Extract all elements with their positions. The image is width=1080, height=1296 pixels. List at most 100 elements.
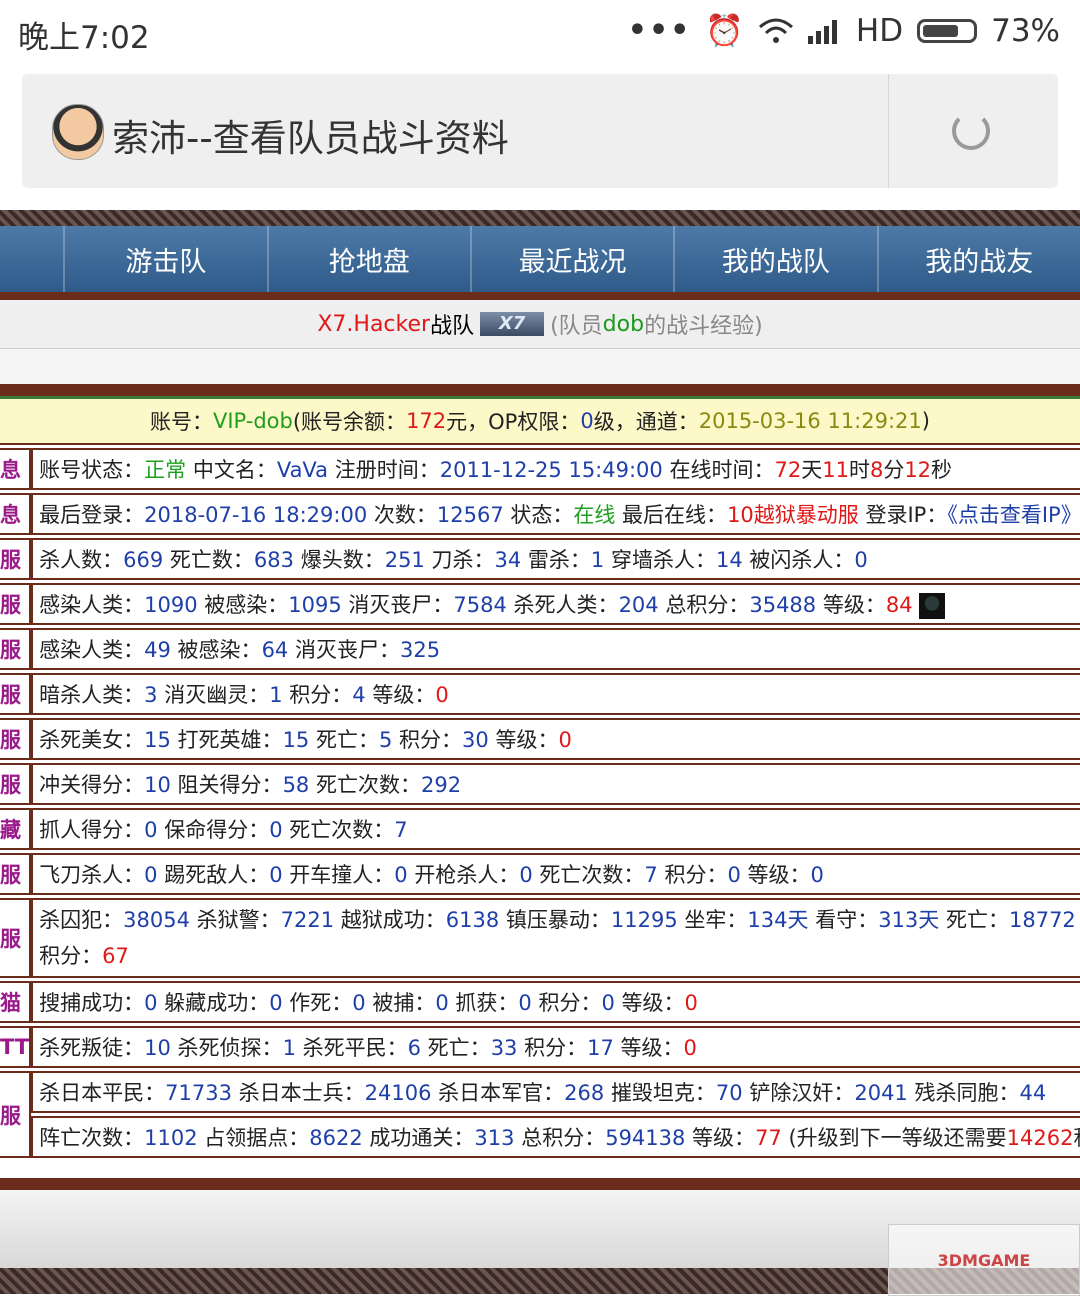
table-row: 服杀人数：669 死亡数：683 爆头数：251 刀杀：34 雷杀：1 穿墙杀人… xyxy=(0,538,1080,580)
row-values: 杀囚犯：38054 杀狱警：7221 越狱成功：6138 镇压暴动：11295 … xyxy=(31,898,1080,978)
stat-value: 77 xyxy=(755,1126,782,1150)
stat-value: 24106 xyxy=(364,1081,432,1105)
stats-table: 息账号状态：正常 中文名：VaVa 注册时间：2011-12-25 15:49:… xyxy=(0,445,1080,1161)
stat-value: 64 xyxy=(261,638,289,662)
stat-label: 积分： xyxy=(39,944,103,968)
stat-label: 摧毁坦克： xyxy=(604,1081,716,1105)
stat-label: 次数： xyxy=(367,503,437,527)
stat-value: 35488 xyxy=(749,593,817,617)
table-row: 服冲关得分：10 阻关得分：58 死亡次数：292 xyxy=(0,763,1080,805)
stat-value: 1 xyxy=(282,1036,296,1060)
stat-label: 死亡： xyxy=(309,728,379,752)
row-values: 飞刀杀人：0 踢死敌人：0 开车撞人：0 开枪杀人：0 死亡次数：7 积分：0 … xyxy=(31,853,1080,895)
stat-value: 30 xyxy=(462,728,489,752)
stat-value: 2011-12-25 15:49:00 xyxy=(439,458,663,482)
stat-value: 正常 xyxy=(144,458,187,482)
nav-item-my-team[interactable]: 我的战队 xyxy=(673,226,876,292)
stat-label: 刀杀： xyxy=(424,548,495,572)
stat-label: 最后登录： xyxy=(39,503,145,527)
stat-value[interactable]: 《点击查看IP》 xyxy=(947,503,1080,527)
stat-label: 积分： xyxy=(282,683,353,707)
stat-label: 死亡数： xyxy=(163,548,254,572)
nav-item-my-friends[interactable]: 我的战友 xyxy=(876,226,1080,292)
member-name: dob xyxy=(602,311,645,337)
stat-label: 登录IP： xyxy=(858,503,948,527)
stat-label: 踢死敌人： xyxy=(157,863,270,887)
stat-value: 5 xyxy=(378,728,393,752)
stat-value: 0 xyxy=(352,991,366,1015)
channel-label: 级，通道： xyxy=(593,410,699,434)
footer-separator xyxy=(0,1178,1080,1190)
stat-label: 爆头数： xyxy=(294,548,385,572)
stat-label: 感染人类： xyxy=(39,638,145,662)
table-row: 阵亡次数：1102 占领据点：8622 成功通关：313 总积分：594138 … xyxy=(0,1116,1080,1158)
stat-value: 34 xyxy=(494,548,522,572)
team-suffix: 战队 xyxy=(430,314,475,339)
stat-value: 325 xyxy=(399,638,441,662)
stat-label: 等级： xyxy=(365,683,436,707)
nav-item-territory[interactable]: 抢地盘 xyxy=(266,226,470,292)
op-value: 0 xyxy=(580,409,594,433)
stat-value: 8622 xyxy=(309,1126,363,1150)
stat-label: 消灭幽灵： xyxy=(157,683,270,707)
stat-label: 看守： xyxy=(808,908,879,932)
stat-value: 6138 xyxy=(445,908,500,932)
row-values: 阵亡次数：1102 占领据点：8622 成功通关：313 总积分：594138 … xyxy=(31,1116,1080,1158)
stat-value: 84 xyxy=(885,593,913,617)
stat-label: 打死英雄： xyxy=(170,728,283,752)
stat-label: 等级： xyxy=(740,863,811,887)
table-row: 服杀日本平民：71733 杀日本士兵：24106 杀日本军官：268 摧毁坦克：… xyxy=(0,1071,1080,1158)
stat-value: 70 xyxy=(715,1081,743,1105)
row-label: 服 xyxy=(0,853,32,895)
stat-value: 251 xyxy=(384,548,425,572)
stat-value: 134天 xyxy=(747,908,809,932)
stat-value: 7584 xyxy=(453,593,507,617)
reload-icon[interactable] xyxy=(952,112,990,150)
row-label: 息 xyxy=(0,448,32,490)
stat-value: 33 xyxy=(490,1036,518,1060)
stat-value: 0 xyxy=(727,863,741,887)
stat-label: 死亡： xyxy=(421,1036,491,1060)
stat-label: 积分： xyxy=(517,1036,588,1060)
row-label: 服 xyxy=(0,538,32,580)
stat-value: 38054 xyxy=(123,908,190,932)
stat-label: 镇压暴动： xyxy=(499,908,611,932)
stat-label: 积分： xyxy=(392,728,463,752)
team-name[interactable]: X7.Hacker xyxy=(317,312,430,337)
stat-value: 58 xyxy=(282,773,310,797)
stat-label: 保命得分： xyxy=(157,818,270,842)
stat-label: 杀死叛徒： xyxy=(39,1036,145,1060)
network-type: HD xyxy=(855,12,904,49)
stat-label: 消灭丧尸： xyxy=(288,638,400,662)
status-bar: 晚上7:02 ••• ⏰ HD 73% xyxy=(0,0,1080,64)
team-post: 的战斗经验) xyxy=(644,314,763,339)
signal-icon xyxy=(807,19,837,44)
stat-label: 杀死侦探： xyxy=(170,1036,283,1060)
stat-label: 天 xyxy=(801,458,823,482)
separator-dark xyxy=(0,384,1080,396)
stat-label: 杀日本平民： xyxy=(39,1081,166,1105)
nav-item-recent-battles[interactable]: 最近战况 xyxy=(469,226,673,292)
row-values: 杀日本平民：71733 杀日本士兵：24106 杀日本军官：268 摧毁坦克：7… xyxy=(31,1071,1080,1113)
balance-value: 172 xyxy=(406,409,447,433)
stat-value: 14262 xyxy=(1006,1126,1074,1150)
stat-value: 0 xyxy=(144,818,158,842)
stat-value: 7221 xyxy=(280,908,335,932)
stat-value: 10 xyxy=(144,1036,171,1060)
watermark-logo: 3DMGAME xyxy=(888,1224,1080,1296)
row-label: 息 xyxy=(0,493,32,535)
stat-label: 杀人数： xyxy=(39,548,124,572)
table-row: 服感染人类：1090 被感染：1095 消灭丧尸：7584 杀死人类：204 总… xyxy=(0,583,1080,625)
stat-label: 状态： xyxy=(503,503,574,527)
stat-value: 0 xyxy=(601,991,615,1015)
address-bar[interactable]: 索沛--查看队员战斗资料 xyxy=(22,74,1058,188)
stat-value: 12567 xyxy=(436,503,504,527)
stat-value: 0 xyxy=(684,991,698,1015)
web-page: 游击队 抢地盘 最近战况 我的战队 我的战友 X7.Hacker 战队 X7 (… xyxy=(0,210,1080,1296)
stat-label: 被感染： xyxy=(170,638,262,662)
rank-avatar-icon xyxy=(918,593,945,619)
nav-item-guerrilla[interactable]: 游击队 xyxy=(63,226,266,292)
row-label: TT xyxy=(0,1026,32,1068)
stat-label: 账号状态： xyxy=(39,458,145,482)
stat-label: 躲藏成功： xyxy=(157,991,270,1015)
